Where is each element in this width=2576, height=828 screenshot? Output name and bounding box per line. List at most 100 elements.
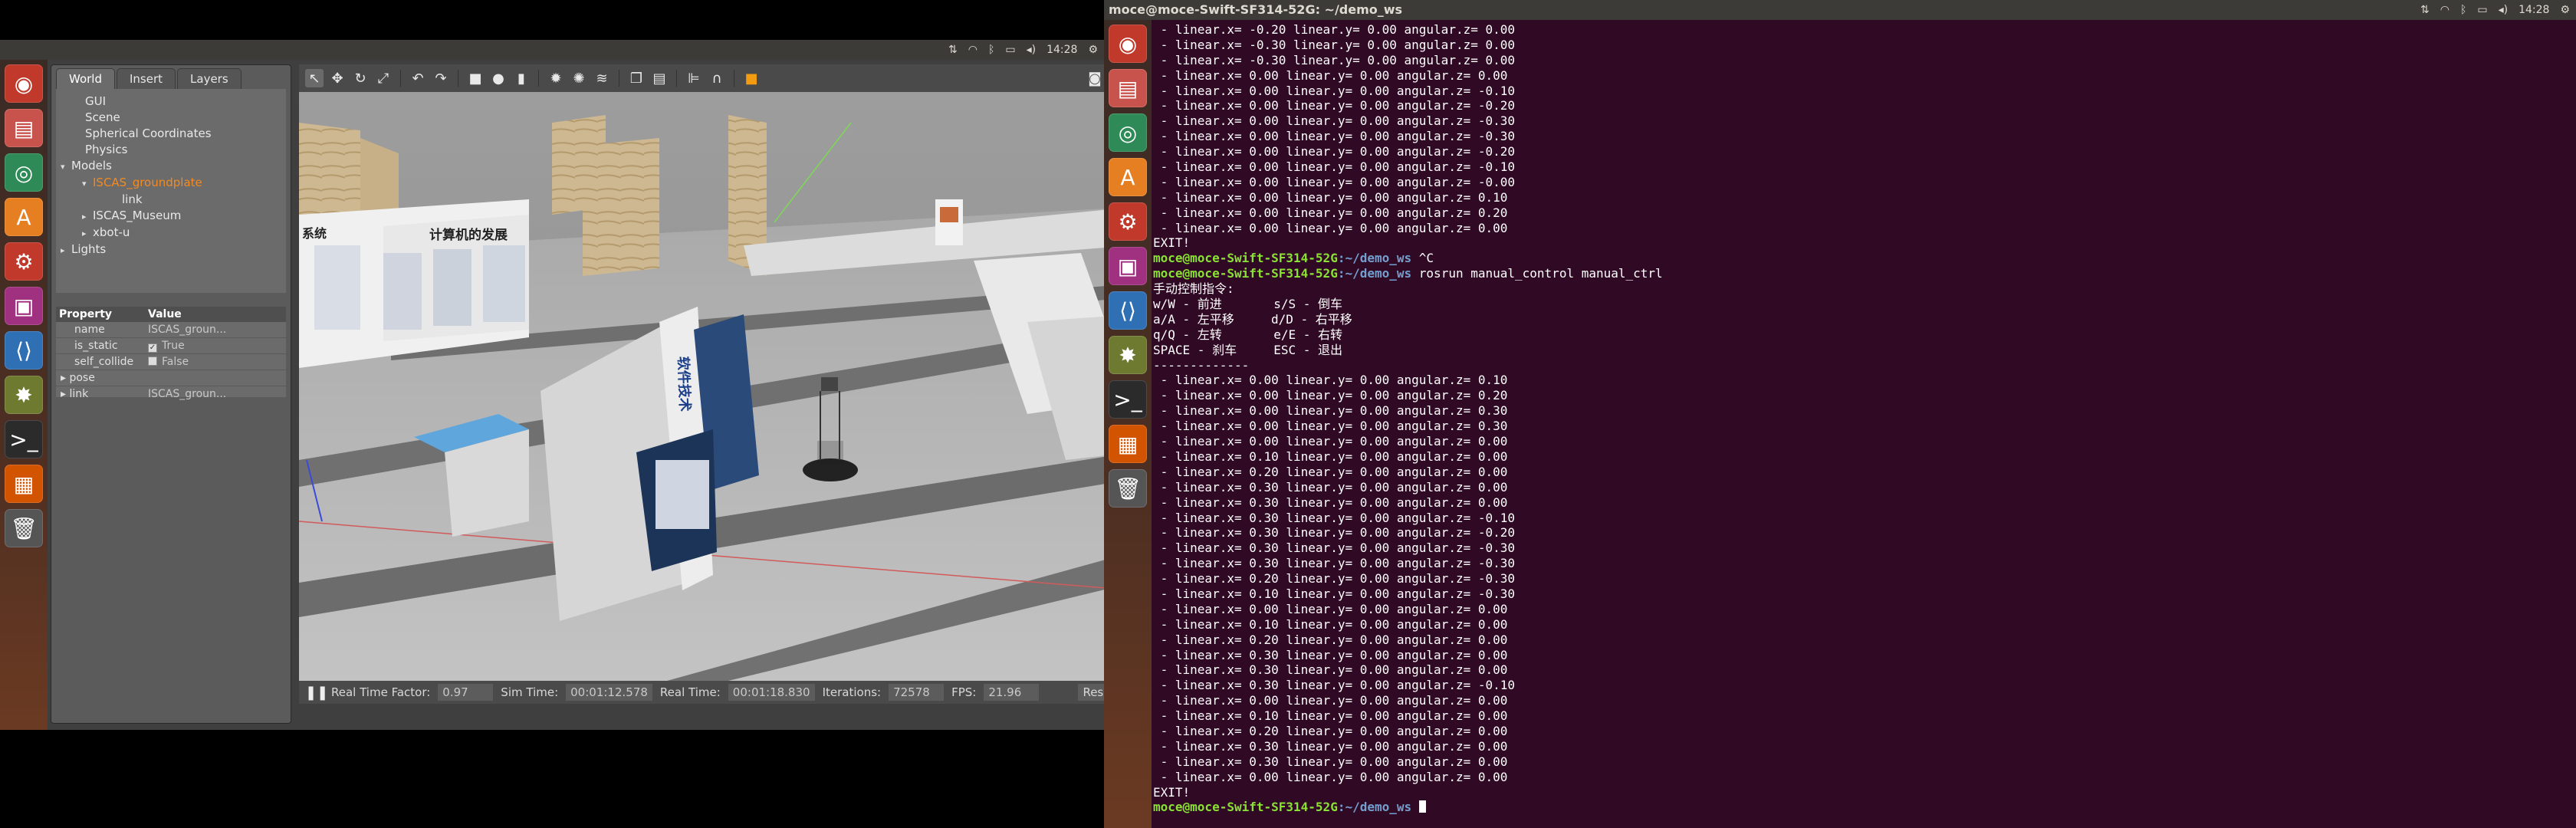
gazebo-icon[interactable]: ✸ <box>5 376 43 414</box>
volume-icon[interactable]: ◂) <box>1027 44 1037 56</box>
sphere-shape-icon[interactable]: ● <box>489 69 508 87</box>
panel-splitter[interactable] <box>56 297 286 302</box>
copy-icon[interactable]: ❐ <box>627 69 646 87</box>
change-view-icon[interactable]: ■ <box>742 69 761 87</box>
property-row-pose[interactable]: ▸ pose <box>56 370 286 386</box>
tree-item-iscas-museum[interactable]: ▸ ISCAS_Museum <box>61 208 281 225</box>
prompt-path: :~/demo_ws <box>1337 800 1412 815</box>
info-stand-screen <box>940 207 958 222</box>
property-header: Property Value <box>56 307 286 322</box>
vscode-icon[interactable]: ⟨⟩ <box>5 331 43 370</box>
bluetooth-icon[interactable]: ᛒ <box>2460 4 2466 16</box>
terminal-line: - linear.x= 0.20 linear.y= 0.00 angular.… <box>1153 723 1508 738</box>
keyboard-icon[interactable]: ⇅ <box>2420 4 2430 16</box>
poster <box>433 249 472 326</box>
scale-mode-icon[interactable]: ⤢ <box>374 69 393 87</box>
cylinder-shape-icon[interactable]: ▮ <box>512 69 531 87</box>
terminal-line: - linear.x= 0.10 linear.y= 0.00 angular.… <box>1153 449 1508 464</box>
select-mode-icon[interactable]: ↖ <box>305 69 324 87</box>
point-light-icon[interactable]: ✹ <box>547 69 565 87</box>
right-clock[interactable]: 14:28 <box>2518 4 2549 16</box>
tree-item-label: Spherical Coordinates <box>85 127 212 140</box>
rtf-value: 0.97 <box>438 684 494 701</box>
rotate-mode-icon[interactable]: ↻ <box>351 69 370 87</box>
checkbox-icon[interactable] <box>148 356 157 366</box>
media-icon[interactable]: ▣ <box>5 287 43 325</box>
settings-icon[interactable]: ⚙ <box>1109 202 1147 241</box>
tree-item-spherical-coordinates[interactable]: Spherical Coordinates <box>61 126 281 142</box>
volume-icon[interactable]: ◂) <box>2499 4 2509 16</box>
tree-item-models[interactable]: ▾ Models <box>61 158 281 175</box>
tab-insert[interactable]: Insert <box>117 68 176 89</box>
package-icon[interactable]: ▦ <box>5 465 43 503</box>
pause-icon[interactable]: ❚❚ <box>305 685 328 701</box>
bluetooth-icon[interactable]: ᛒ <box>988 44 994 56</box>
terminal-output[interactable]: - linear.x= -0.20 linear.y= 0.00 angular… <box>1152 20 2576 828</box>
software-center-icon[interactable]: A <box>5 198 43 236</box>
files-icon[interactable]: ▤ <box>1109 69 1147 107</box>
vscode-icon[interactable]: ⟨⟩ <box>1109 291 1147 330</box>
system-gear-icon[interactable]: ⚙ <box>2560 4 2570 16</box>
collapse-arrow-icon[interactable]: ▸ <box>82 225 93 242</box>
dash-icon[interactable]: ◉ <box>1109 25 1147 63</box>
collapse-arrow-icon[interactable]: ▸ <box>82 209 93 225</box>
keyboard-icon[interactable]: ⇅ <box>948 44 958 56</box>
trash-icon[interactable]: 🗑 <box>1109 469 1147 508</box>
terminal-cursor <box>1418 800 1426 813</box>
property-row-name[interactable]: name ISCAS_groun... <box>56 322 286 338</box>
property-row-is_static[interactable]: is_static ✓ True <box>56 338 286 354</box>
directional-light-icon[interactable]: ≋ <box>593 69 611 87</box>
tree-item-scene[interactable]: Scene <box>61 110 281 126</box>
collapse-arrow-icon[interactable]: ▸ <box>61 242 71 258</box>
tree-item-lights[interactable]: ▸ Lights <box>61 242 281 258</box>
property-value[interactable]: False <box>148 354 286 370</box>
chrome-icon[interactable]: ◎ <box>5 153 43 192</box>
terminal-line: - linear.x= 0.30 linear.y= 0.00 angular.… <box>1153 647 1508 662</box>
box-shape-icon[interactable]: ■ <box>466 69 485 87</box>
property-row-self_collide[interactable]: self_collide False <box>56 354 286 370</box>
spot-light-icon[interactable]: ✺ <box>570 69 588 87</box>
settings-icon[interactable]: ⚙ <box>5 242 43 281</box>
checkbox-icon[interactable]: ✓ <box>148 343 157 353</box>
wifi-icon[interactable]: ◠ <box>2440 4 2450 16</box>
software-center-icon[interactable]: A <box>1109 158 1147 196</box>
snap-icon[interactable]: ∩ <box>708 69 726 87</box>
property-rows: name ISCAS_groun... is_static ✓ True self_col… <box>56 322 286 402</box>
translate-mode-icon[interactable]: ✥ <box>328 69 347 87</box>
gazebo-left-panel: World Insert Layers GUI Scene Spherical Co… <box>51 64 291 724</box>
left-clock[interactable]: 14:28 <box>1046 44 1077 56</box>
align-icon[interactable]: ⊫ <box>685 69 703 87</box>
tree-item-link[interactable]: link <box>61 192 281 208</box>
undo-icon[interactable]: ↶ <box>409 69 427 87</box>
gazebo-icon[interactable]: ✸ <box>1109 336 1147 374</box>
gazebo-3d-viewport[interactable]: 系统 计算机的发展 软件技术 <box>299 92 1133 681</box>
tab-layers[interactable]: Layers <box>177 68 242 89</box>
tree-item-gui[interactable]: GUI <box>61 94 281 110</box>
dash-icon[interactable]: ◉ <box>5 64 43 103</box>
property-row-link[interactable]: ▸ link ISCAS_groun... <box>56 386 286 402</box>
screenshot-icon[interactable]: ◙ <box>1086 69 1104 87</box>
terminal-icon[interactable]: >_ <box>5 420 43 458</box>
redo-icon[interactable]: ↷ <box>432 69 450 87</box>
wifi-icon[interactable]: ◠ <box>968 44 978 56</box>
expand-arrow-icon[interactable]: ▾ <box>61 159 71 175</box>
files-icon[interactable]: ▤ <box>5 109 43 147</box>
battery-icon[interactable]: ▭ <box>2477 4 2487 16</box>
media-icon[interactable]: ▣ <box>1109 247 1147 285</box>
package-icon[interactable]: ▦ <box>1109 425 1147 463</box>
tree-item-iscas-groundplate[interactable]: ▾ ISCAS_groundplate <box>61 175 281 192</box>
tree-item-physics[interactable]: Physics <box>61 142 281 158</box>
paste-icon[interactable]: ▤ <box>650 69 669 87</box>
terminal-window-title: moce@moce-Swift-SF314-52G: ~/demo_ws <box>1109 2 1403 17</box>
battery-icon[interactable]: ▭ <box>1005 44 1015 56</box>
world-tree: GUI Scene Spherical Coordinates Physics ▾ Mod… <box>56 89 286 293</box>
tree-item-xbot-u[interactable]: ▸ xbot-u <box>61 225 281 242</box>
terminal-line: - linear.x= 0.30 linear.y= 0.00 angular.… <box>1153 479 1508 495</box>
expand-arrow-icon[interactable]: ▾ <box>82 176 93 192</box>
trash-icon[interactable]: 🗑 <box>5 509 43 547</box>
terminal-icon[interactable]: >_ <box>1109 380 1147 419</box>
system-gear-icon[interactable]: ⚙ <box>1088 44 1098 56</box>
property-value[interactable]: ✓ True <box>148 338 286 353</box>
tab-world[interactable]: World <box>56 68 115 89</box>
chrome-icon[interactable]: ◎ <box>1109 113 1147 152</box>
